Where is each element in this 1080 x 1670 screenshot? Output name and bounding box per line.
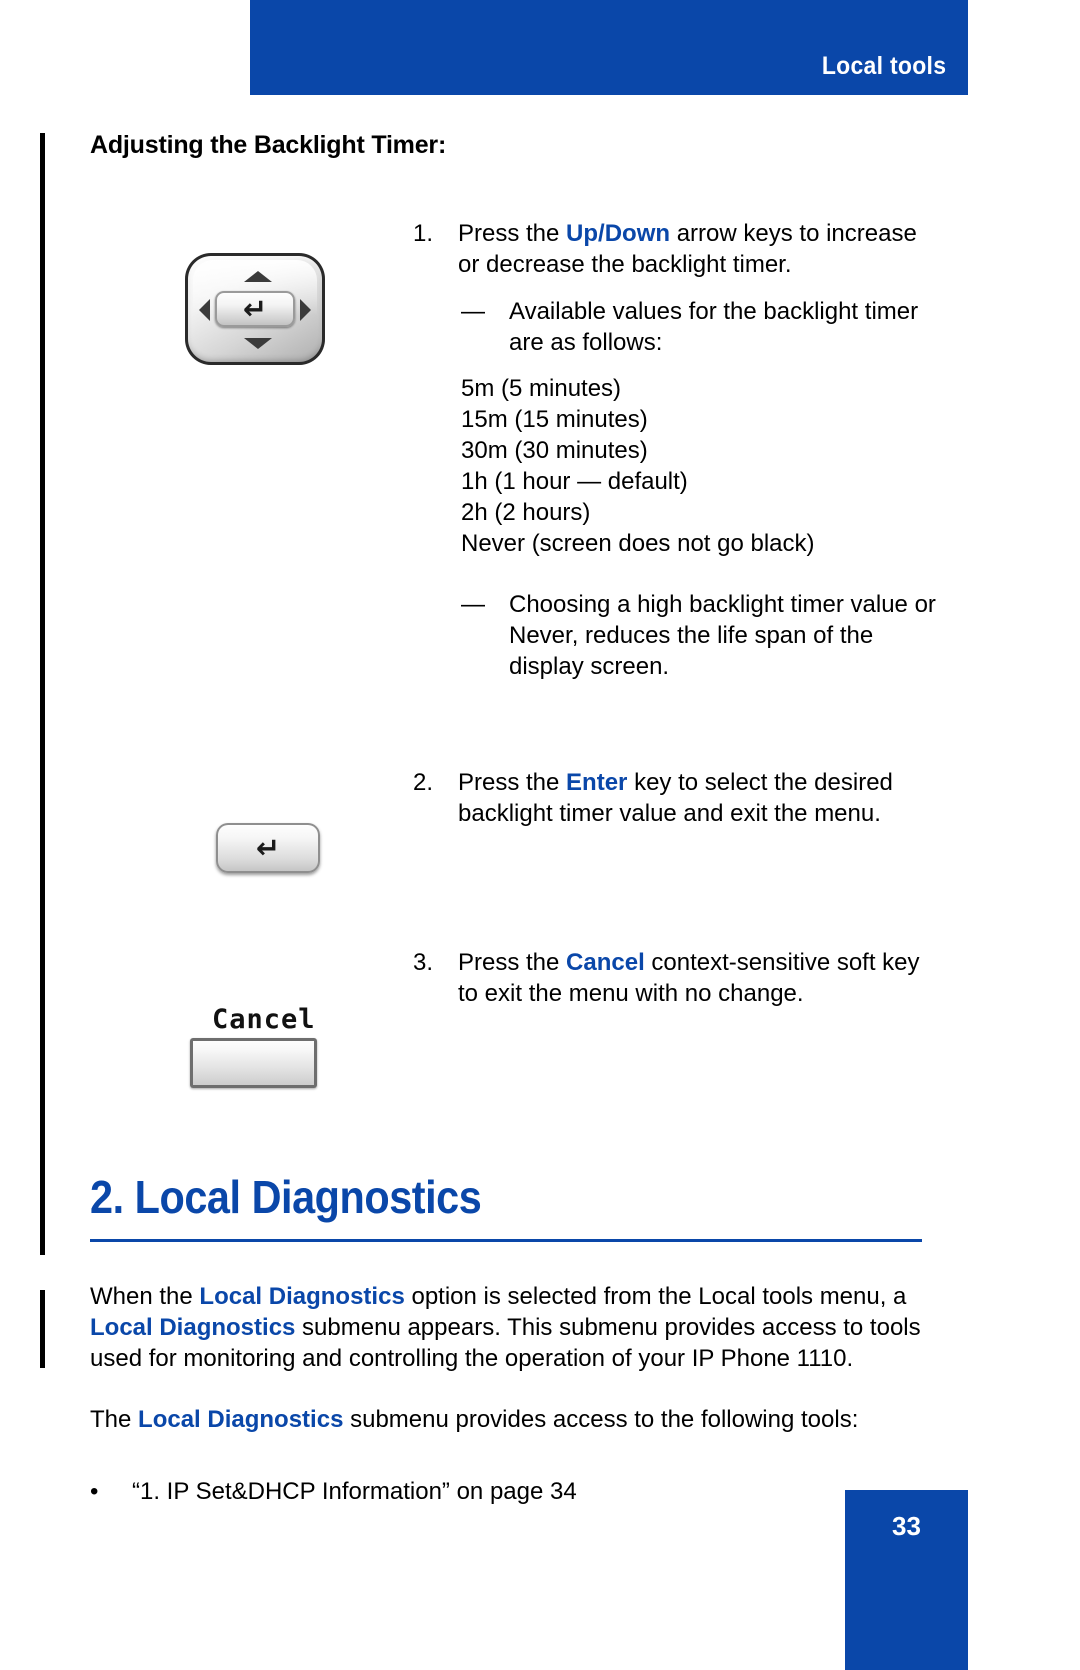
para2-term-1: Local Diagnostics [138, 1406, 344, 1433]
dash-note-1: — Available values for the backlight tim… [461, 296, 931, 358]
para1-part2: option is selected from the Local tools … [404, 1283, 907, 1310]
step-1-number: 1. [413, 220, 434, 247]
dash-note-2: — Choosing a high backlight timer value … [461, 589, 939, 682]
page-header-bar: Local tools [250, 0, 968, 95]
arrow-up-icon [244, 271, 272, 282]
para2-part1: The [90, 1406, 139, 1433]
step-3-highlight: Cancel [566, 949, 645, 976]
arrow-left-icon [199, 299, 210, 321]
nav-cluster-enter-key: ↵ [215, 291, 295, 327]
step-3: 3. Press the Cancel context-sensitive so… [413, 947, 925, 1009]
enter-arrow-icon: ↵ [242, 291, 268, 326]
step-1-highlight: Up/Down [566, 220, 671, 247]
cancel-softkey-icon [190, 1038, 317, 1088]
enter-key-icon: ↵ [216, 823, 320, 873]
change-bar-bottom [40, 1290, 45, 1368]
dash-note-1-text: Available values for the backlight timer… [509, 298, 919, 356]
step-2-text-before: Press the [458, 769, 567, 796]
enter-arrow-icon: ↵ [255, 830, 281, 865]
list-item-label: “1. IP Set&DHCP Information” on page 34 [132, 1478, 577, 1505]
step-1-text-before: Press the [458, 220, 567, 247]
page-number: 33 [892, 1511, 921, 1541]
step-1-text: Press the Up/Down arrow keys to increase… [458, 218, 933, 280]
step-2: 2. Press the Enter key to select the des… [413, 767, 933, 829]
section-heading: 2. Local Diagnostics [90, 1171, 482, 1223]
list-item: • “1. IP Set&DHCP Information” on page 3… [90, 1476, 790, 1507]
arrow-down-icon [244, 338, 272, 349]
bullet-icon: • [90, 1478, 99, 1505]
step-2-number: 2. [413, 769, 434, 796]
change-bar-top [40, 133, 45, 1255]
arrow-right-icon [300, 299, 311, 321]
para1-term-1: Local Diagnostics [199, 1283, 405, 1310]
step-2-highlight: Enter [566, 769, 628, 796]
page-header-title: Local tools [821, 52, 946, 80]
page-title: Adjusting the Backlight Timer: [90, 131, 447, 159]
navigation-cluster-icon: ↵ [185, 253, 325, 365]
backlight-values-list: 5m (5 minutes) 15m (15 minutes) 30m (30 … [461, 375, 815, 557]
cancel-softkey-label: Cancel [212, 1004, 316, 1035]
dash-note-2-mark: — [461, 591, 485, 618]
para1-term-2: Local Diagnostics [90, 1314, 296, 1341]
step-3-number: 3. [413, 949, 434, 976]
para1-part1: When the [90, 1283, 200, 1310]
dash-note-1-mark: — [461, 298, 485, 325]
para2-part2: submenu provides access to the following… [343, 1406, 859, 1433]
section-heading-rule [90, 1239, 922, 1242]
step-3-text: Press the Cancel context-sensitive soft … [458, 947, 925, 1009]
section-paragraph-1: When the Local Diagnostics option is sel… [90, 1281, 935, 1374]
step-2-text: Press the Enter key to select the desire… [458, 767, 933, 829]
dash-note-2-text: Choosing a high backlight timer value or… [509, 591, 936, 680]
step-3-text-before: Press the [458, 949, 567, 976]
step-1: 1. Press the Up/Down arrow keys to incre… [413, 218, 933, 280]
section-paragraph-2: The Local Diagnostics submenu provides a… [90, 1404, 935, 1435]
